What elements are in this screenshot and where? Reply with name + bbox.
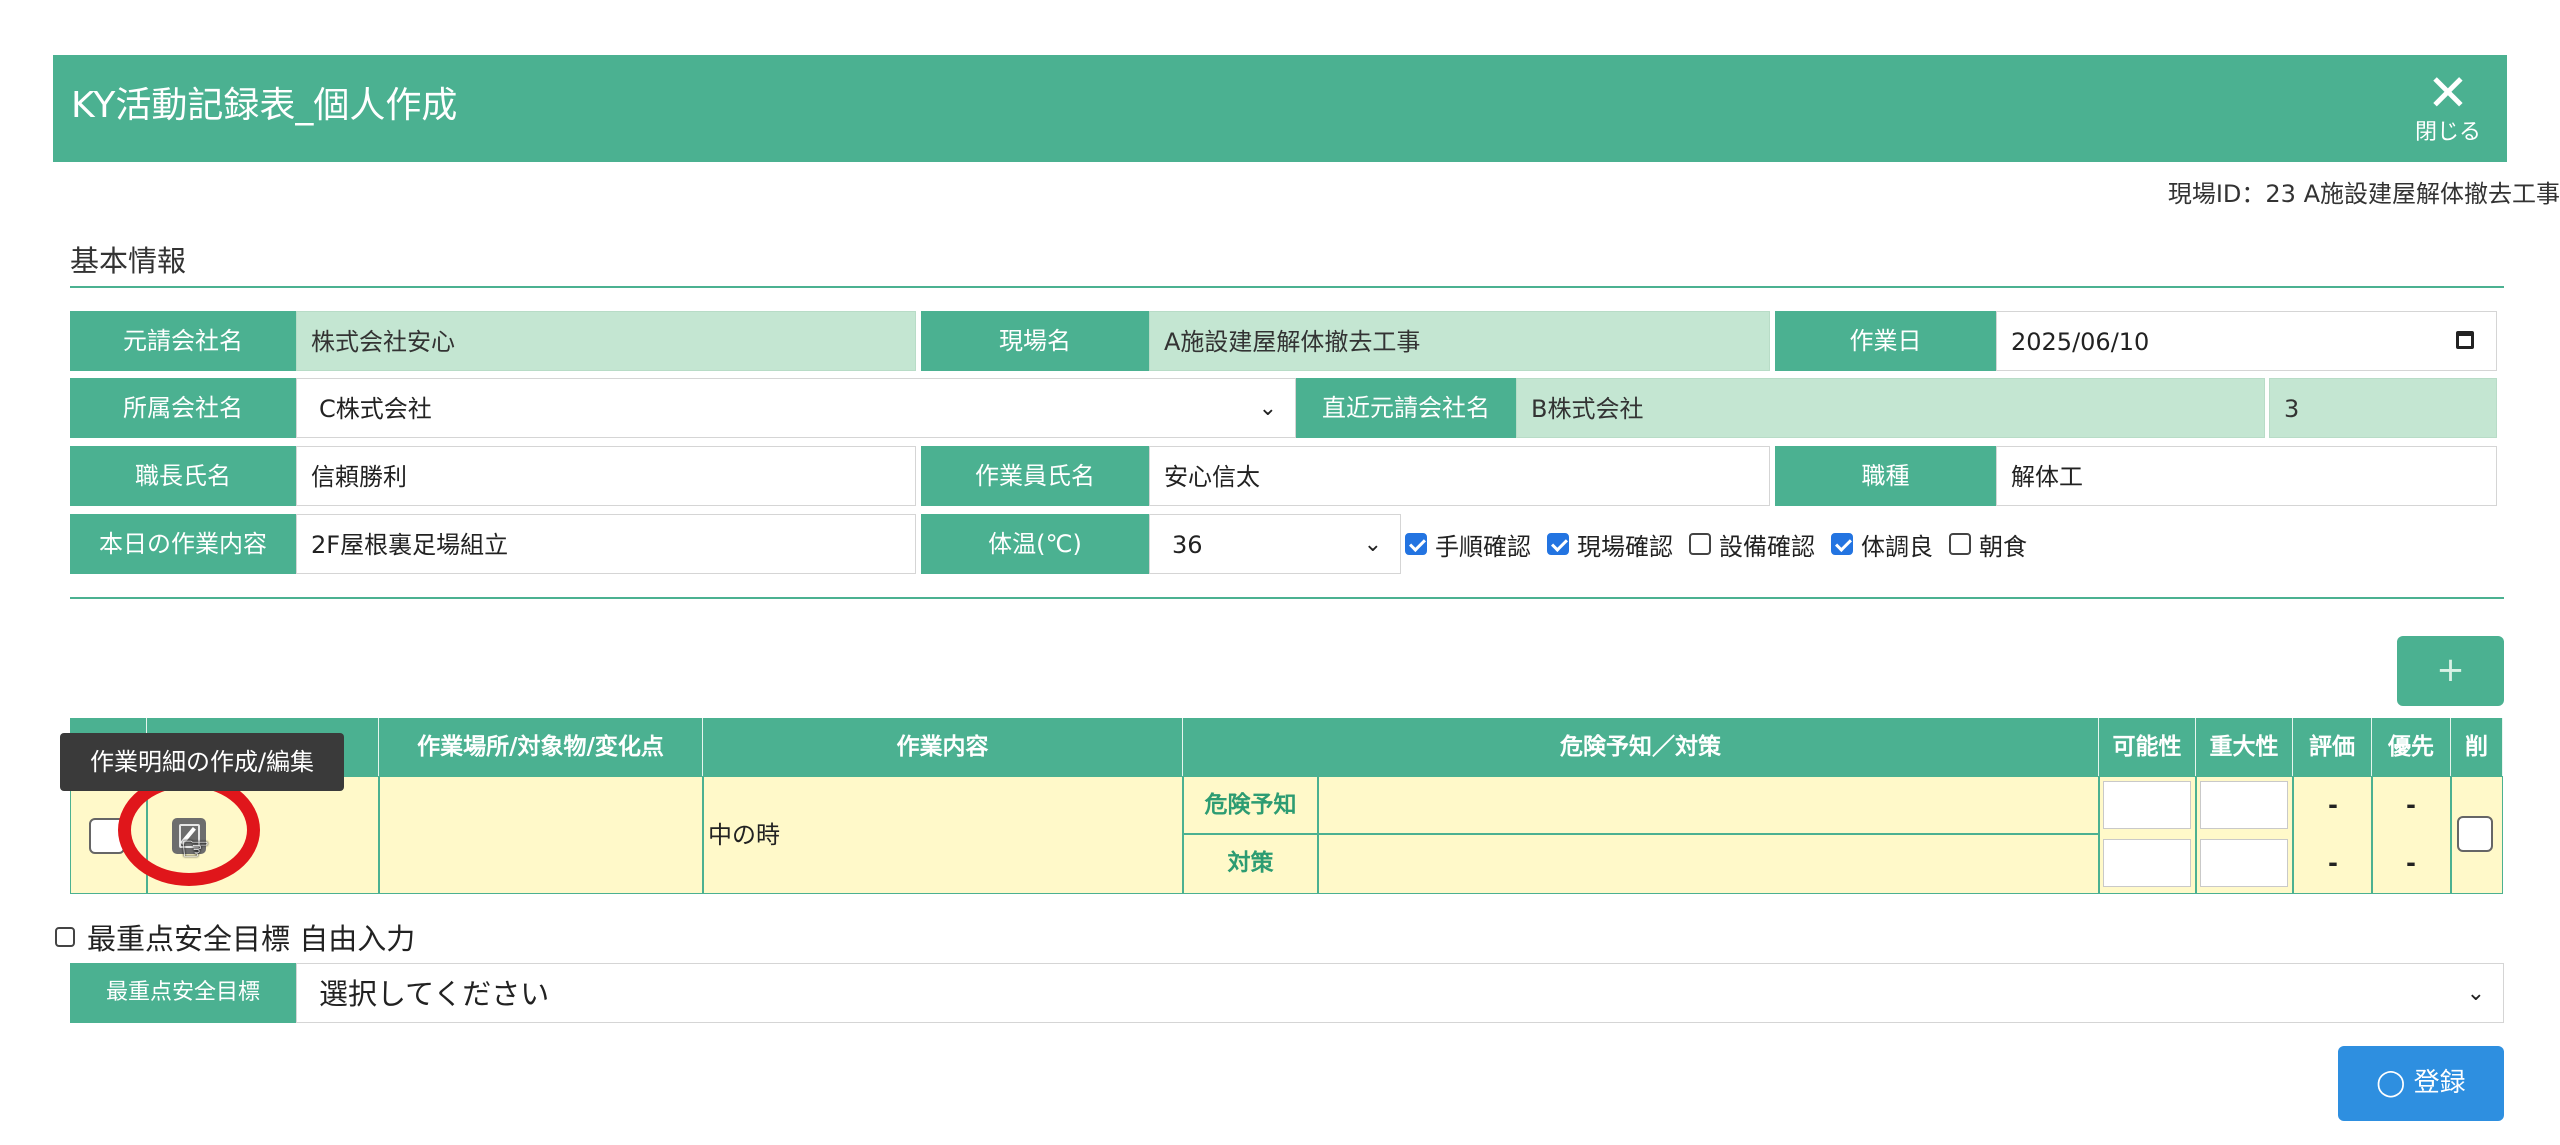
hazard-input[interactable]: [1318, 776, 2099, 834]
today-work-label: 本日の作業内容: [70, 514, 296, 574]
header-severity: 重大性: [2196, 718, 2293, 776]
direct-contractor-label: 直近元請会社名: [1296, 378, 1516, 438]
check-equipment[interactable]: 設備確認: [1689, 527, 1815, 562]
check-breakfast[interactable]: 朝食: [1949, 527, 2027, 562]
header-delete: 削: [2451, 718, 2503, 776]
section-title-basic-info: 基本情報: [70, 244, 187, 278]
edit-tooltip: 作業明細の作成/編集: [60, 733, 344, 791]
close-icon: ✕: [2427, 64, 2469, 122]
severity-input-measure[interactable]: [2200, 839, 2288, 887]
table-cell-content[interactable]: 中の時: [703, 776, 1183, 894]
register-label: 登録: [2413, 1068, 2466, 1098]
header-place: 作業場所/対象物/変化点: [379, 718, 703, 776]
chevron-down-icon: ⌄: [2466, 981, 2485, 1006]
company-value: C株式会社: [319, 395, 432, 423]
worker-label: 作業員氏名: [921, 446, 1149, 506]
check-circle-icon: ◯: [2376, 1068, 2406, 1098]
header-likelihood: 可能性: [2099, 718, 2196, 776]
calendar-icon[interactable]: [2456, 331, 2474, 349]
check-site[interactable]: 現場確認: [1547, 527, 1673, 562]
checkbox-breakfast[interactable]: [1949, 533, 1971, 555]
priority-value-measure: -: [2406, 849, 2416, 877]
checkbox-equipment[interactable]: [1689, 533, 1711, 555]
confirmation-checks: 手順確認 現場確認 設備確認 体調良 朝食: [1405, 514, 2027, 574]
foreman-label: 職長氏名: [70, 446, 296, 506]
today-work-input[interactable]: 2F屋根裏足場組立: [296, 514, 916, 574]
add-row-button[interactable]: +: [2397, 636, 2504, 706]
tier-value: 3: [2269, 378, 2497, 438]
site-name-label: 現場名: [921, 311, 1149, 371]
temperature-value: 36: [1172, 531, 1203, 559]
trade-input[interactable]: 解体工: [1996, 446, 2497, 506]
work-date-label: 作業日: [1775, 311, 1996, 371]
chevron-down-icon: ⌄: [1363, 532, 1382, 557]
work-date-value: 2025/06/10: [2011, 328, 2150, 356]
site-name-value: A施設建屋解体撤去工事: [1149, 311, 1770, 371]
safety-goal-value: 選択してください: [319, 977, 550, 1011]
chevron-down-icon: ⌄: [1258, 396, 1277, 421]
safety-goal-label: 最重点安全目標: [70, 963, 296, 1023]
free-input-label: 最重点安全目標 自由入力: [87, 922, 416, 956]
register-button[interactable]: ◯ 登録: [2338, 1046, 2504, 1121]
temperature-label: 体温(℃): [921, 514, 1149, 574]
checkbox-health[interactable]: [1831, 533, 1853, 555]
modal-header: KY活動記録表_個人作成 ✕ 閉じる: [53, 55, 2507, 162]
measure-input[interactable]: [1318, 834, 2099, 894]
header-hazard: 危険予知／対策: [1183, 718, 2099, 776]
priority-value-hazard: -: [2406, 791, 2416, 819]
close-button[interactable]: ✕ 閉じる: [2413, 65, 2483, 153]
trade-label: 職種: [1775, 446, 1996, 506]
company-label: 所属会社名: [70, 378, 296, 438]
site-id-text: 現場ID：23 A施設建屋解体撤去工事: [2167, 180, 2560, 208]
work-date-input[interactable]: 2025/06/10: [1996, 311, 2497, 371]
likelihood-input-hazard[interactable]: [2103, 781, 2191, 829]
close-label: 閉じる: [2414, 120, 2481, 145]
likelihood-input-measure[interactable]: [2103, 839, 2191, 887]
direct-contractor-value: B株式会社: [1516, 378, 2265, 438]
free-input-checkbox[interactable]: [55, 927, 75, 947]
header-priority: 優先: [2372, 718, 2451, 776]
company-select[interactable]: C株式会社 ⌄: [296, 378, 1296, 438]
check-procedure[interactable]: 手順確認: [1405, 527, 1531, 562]
severity-input-hazard[interactable]: [2200, 781, 2288, 829]
free-input-toggle[interactable]: 最重点安全目標 自由入力: [55, 916, 415, 958]
measure-label: 対策: [1183, 834, 1318, 894]
foreman-input[interactable]: 信頼勝利: [296, 446, 916, 506]
row-delete-checkbox[interactable]: [2457, 816, 2493, 852]
worker-input[interactable]: 安心信太: [1149, 446, 1770, 506]
page-title: KY活動記録表_個人作成: [71, 85, 458, 126]
check-health[interactable]: 体調良: [1831, 527, 1933, 562]
header-evaluation: 評価: [2293, 718, 2372, 776]
table-cell-place[interactable]: [379, 776, 703, 894]
evaluation-value-hazard: -: [2328, 791, 2338, 819]
header-content: 作業内容: [703, 718, 1183, 776]
checkbox-procedure[interactable]: [1405, 533, 1427, 555]
checkbox-site[interactable]: [1547, 533, 1569, 555]
contractor-value: 株式会社安心: [296, 311, 916, 371]
section-divider: [70, 286, 2504, 288]
section-divider: [70, 597, 2504, 599]
safety-goal-select[interactable]: 選択してください ⌄: [296, 963, 2504, 1023]
hazard-label: 危険予知: [1183, 776, 1318, 834]
temperature-select[interactable]: 36 ⌄: [1149, 514, 1401, 574]
contractor-label: 元請会社名: [70, 311, 296, 371]
hand-pointer-icon: ☞: [180, 829, 211, 869]
evaluation-value-measure: -: [2328, 849, 2338, 877]
